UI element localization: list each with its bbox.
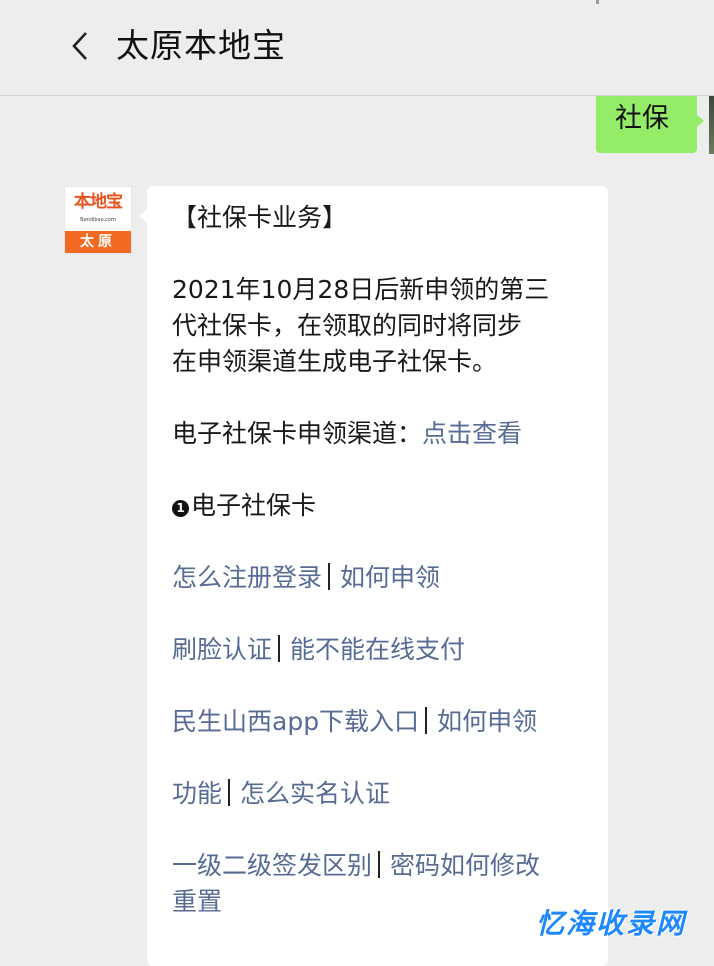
link-row: 刷脸认证 能不能在线支付 [172,632,598,668]
separator [378,851,381,878]
section-title-row: 1 电子社保卡 [172,488,598,524]
password-change-link[interactable]: 重置 [172,887,222,916]
how-apply-link[interactable]: 如何申领 [340,563,440,592]
how-apply-link[interactable]: 如何申领 [437,707,537,736]
link-row: 功能 怎么实名认证 [172,776,598,812]
separator [328,563,331,590]
view-channel-link[interactable]: 点击查看 [422,419,522,448]
link-row: 怎么注册登录 如何申领 [172,560,598,596]
password-change-link[interactable]: 密码如何修改 [390,851,540,880]
message-heading: 【社保卡业务】 [172,203,348,232]
separator [425,707,428,734]
separator [278,635,281,662]
section-bullet: 1 [172,500,189,517]
back-button[interactable] [62,26,98,66]
section-title: 电子社保卡 [191,491,317,520]
intro-line: 2021年10月28日后新申领的第三 [172,275,550,304]
intro-line: 代社保卡，在领取的同时将同步 [172,311,523,340]
chevron-left-icon [72,32,87,60]
bendibao-logo: 本地宝 Bendibao.com [65,187,131,233]
page-title: 太原本地宝 [116,26,286,65]
divider [596,0,599,4]
bot-message-bubble: 【社保卡业务】 2021年10月28日后新申领的第三 代社保卡，在领取的同时将同… [139,186,608,966]
logo-sub-text: Bendibao.com [80,217,116,223]
realname-verify-link[interactable]: 怎么实名认证 [240,779,390,808]
intro-line: 在申领渠道生成电子社保卡。 [172,347,498,376]
separator [228,779,231,806]
watermark: 忆海收录网 [536,907,687,940]
channel-row: 电子社保卡申领渠道：点击查看 [172,416,598,452]
how-register-link[interactable]: 怎么注册登录 [172,563,322,592]
online-pay-link[interactable]: 能不能在线支付 [290,635,465,664]
user-message-bubble: 社保 [596,96,704,153]
user-avatar[interactable] [709,96,714,154]
logo-main-text: 本地宝 [74,192,123,212]
app-download-link[interactable]: 民生山西app下载入口 [172,707,419,736]
link-row: 民生山西app下载入口 如何申领 [172,704,598,740]
features-link[interactable]: 功能 [172,779,222,808]
level-diff-link[interactable]: 一级二级签发区别 [172,851,372,880]
logo-city-text: 太原 [65,231,131,253]
channel-label: 电子社保卡申领渠道： [172,419,423,448]
link-row-continued: 重置 [172,884,598,920]
bot-avatar[interactable]: 本地宝 Bendibao.com 太原 [64,186,132,254]
link-row: 一级二级签发区别 密码如何修改 [172,848,598,884]
top-bar: 太原本地宝 [0,0,714,96]
face-verify-link[interactable]: 刷脸认证 [172,635,272,664]
